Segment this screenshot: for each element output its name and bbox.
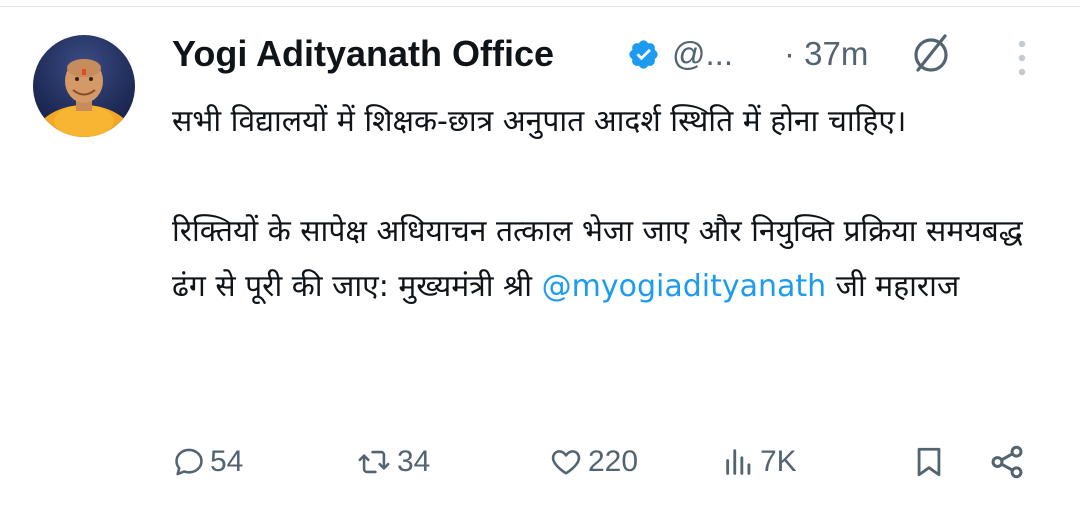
display-name[interactable]: Yogi Adityanath Office bbox=[172, 32, 554, 76]
reply-icon bbox=[172, 445, 206, 479]
repost-count: 34 bbox=[397, 445, 431, 478]
timestamp[interactable]: · 37m bbox=[784, 32, 868, 76]
mention-link[interactable]: @myogiadityanath bbox=[542, 269, 827, 304]
more-vertical-icon[interactable] bbox=[1010, 38, 1034, 78]
tweet-text: सभी विद्यालयों में शिक्षक-छात्र अनुपात आ… bbox=[172, 94, 1052, 314]
like-count: 220 bbox=[588, 445, 639, 478]
repost-button[interactable]: 34 bbox=[355, 440, 430, 484]
handle[interactable]: @... bbox=[672, 32, 733, 76]
tweet-paragraph-2: रिक्तियों के सापेक्ष अधियाचन तत्काल भेजा… bbox=[172, 204, 1052, 314]
views-count: 7K bbox=[760, 445, 797, 478]
bookmark-button[interactable] bbox=[912, 440, 946, 484]
share-icon bbox=[988, 443, 1026, 481]
divider bbox=[0, 6, 1080, 7]
avatar[interactable] bbox=[33, 35, 135, 137]
action-bar: 54 34 220 7K bbox=[172, 440, 1052, 484]
tweet-tail-text: जी महाराज bbox=[826, 269, 960, 304]
share-button[interactable] bbox=[988, 440, 1026, 484]
repost-icon bbox=[355, 445, 393, 479]
grok-icon[interactable] bbox=[907, 30, 955, 78]
reply-button[interactable]: 54 bbox=[172, 440, 243, 484]
views-button[interactable]: 7K bbox=[722, 440, 797, 484]
tweet-header: Yogi Adityanath Office @... · 37m bbox=[172, 28, 1052, 82]
tweet-card[interactable]: Yogi Adityanath Office @... · 37m सभी वि… bbox=[0, 0, 1080, 515]
views-icon bbox=[722, 445, 756, 479]
bookmark-icon bbox=[912, 443, 946, 481]
like-button[interactable]: 220 bbox=[548, 440, 638, 484]
heart-icon bbox=[548, 445, 584, 479]
reply-count: 54 bbox=[210, 445, 244, 478]
tweet-paragraph-1: सभी विद्यालयों में शिक्षक-छात्र अनुपात आ… bbox=[172, 104, 907, 139]
verified-badge-icon bbox=[627, 38, 660, 71]
